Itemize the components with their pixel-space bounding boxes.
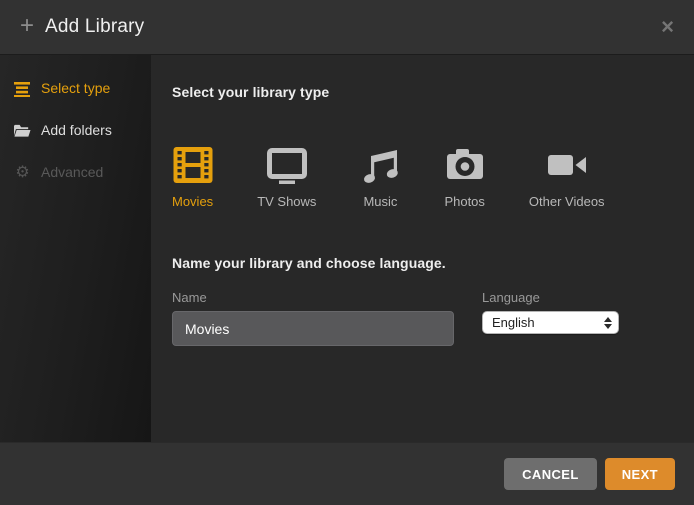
language-select[interactable]: English — [482, 311, 619, 334]
main-content: Select your library type — [151, 55, 694, 442]
tv-icon — [266, 145, 308, 185]
name-language-heading: Name your library and choose language. — [172, 255, 694, 271]
type-lines-icon — [14, 80, 31, 97]
gear-icon: ⚙ — [14, 164, 31, 181]
cancel-button[interactable]: CANCEL — [504, 458, 597, 490]
close-icon[interactable]: × — [661, 16, 674, 38]
library-type-row: Movies TV Shows — [172, 145, 694, 209]
add-library-dialog: + Add Library × Select type — [0, 0, 694, 505]
dialog-body: Select type Add folders ⚙ Advanced — [0, 55, 694, 442]
language-field-label: Language — [482, 290, 619, 305]
film-strip-icon — [173, 145, 213, 185]
plus-icon: + — [20, 14, 34, 38]
sidebar-item-label: Add folders — [41, 122, 112, 138]
library-name-input[interactable] — [172, 311, 454, 346]
language-select-value: English — [492, 315, 535, 330]
dialog-title: Add Library — [45, 16, 144, 38]
wizard-steps-sidebar: Select type Add folders ⚙ Advanced — [0, 55, 151, 442]
music-note-icon — [360, 145, 400, 185]
library-type-label: TV Shows — [257, 194, 316, 209]
library-type-label: Photos — [444, 194, 484, 209]
library-type-label: Movies — [172, 194, 213, 209]
library-type-label: Other Videos — [529, 194, 605, 209]
sidebar-item-add-folders[interactable]: Add folders — [0, 109, 151, 151]
folder-icon — [14, 122, 31, 139]
library-type-label: Music — [363, 194, 397, 209]
dialog-footer: CANCEL NEXT — [0, 442, 694, 505]
library-type-photos[interactable]: Photos — [444, 145, 484, 209]
library-type-music[interactable]: Music — [360, 145, 400, 209]
library-type-other-videos[interactable]: Other Videos — [529, 145, 605, 209]
sidebar-item-label: Select type — [41, 80, 110, 96]
video-camera-icon — [547, 145, 587, 185]
name-language-form: Name Language English — [172, 290, 694, 346]
select-stepper-arrows-icon — [604, 317, 612, 329]
language-field-group: Language English — [482, 290, 619, 346]
next-button[interactable]: NEXT — [605, 458, 675, 490]
library-type-heading: Select your library type — [172, 84, 694, 100]
library-type-tv-shows[interactable]: TV Shows — [257, 145, 316, 209]
name-field-group: Name — [172, 290, 454, 346]
dialog-header: + Add Library × — [0, 0, 694, 55]
sidebar-item-advanced[interactable]: ⚙ Advanced — [0, 151, 151, 193]
library-type-movies[interactable]: Movies — [172, 145, 213, 209]
name-field-label: Name — [172, 290, 454, 305]
sidebar-item-label: Advanced — [41, 164, 103, 180]
sidebar-item-select-type[interactable]: Select type — [0, 67, 151, 109]
camera-icon — [445, 145, 485, 185]
